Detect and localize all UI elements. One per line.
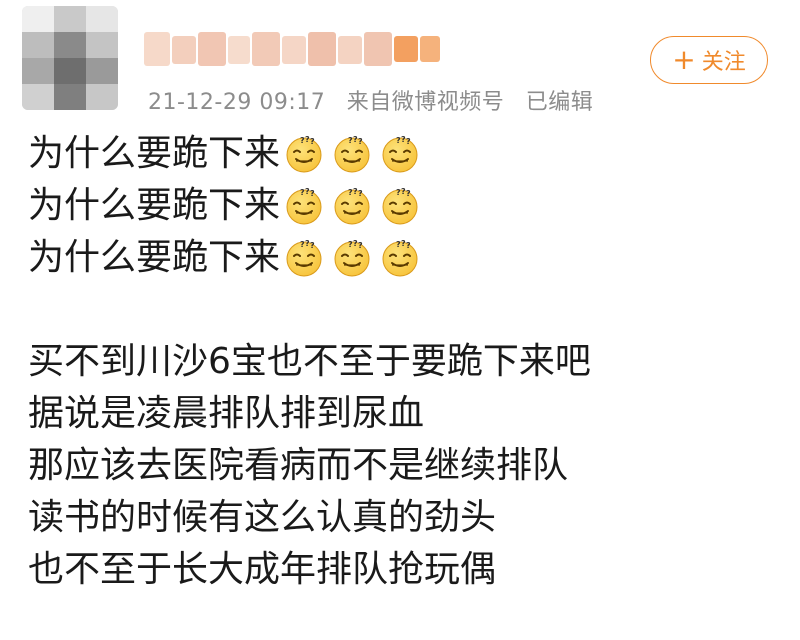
plus-icon: +	[672, 43, 696, 76]
dizzy-face-emoji-icon: ? ? ?	[382, 239, 418, 277]
repeat-line-text: 为什么要跪下来	[28, 185, 281, 226]
follow-button[interactable]: + 关注	[650, 36, 768, 84]
svg-text:?: ?	[406, 189, 411, 198]
svg-text:?: ?	[406, 241, 411, 250]
dizzy-face-emoji-icon: ? ? ?	[334, 135, 370, 173]
svg-text:?: ?	[358, 137, 363, 146]
svg-text:?: ?	[310, 137, 315, 146]
dizzy-face-emoji-icon: ? ? ?	[286, 135, 322, 173]
dizzy-face-emoji-icon: ? ? ?	[382, 135, 418, 173]
repeat-line: 为什么要跪下来 ? ? ? ? ? ? ? ? ?	[28, 232, 788, 284]
avatar[interactable]	[22, 6, 118, 110]
repeat-line-text: 为什么要跪下来	[28, 237, 281, 278]
body-line: 据说是凌晨排队排到尿血	[28, 393, 425, 434]
dizzy-face-emoji-icon: ? ? ?	[334, 239, 370, 277]
svg-text:?: ?	[358, 241, 363, 250]
dizzy-face-emoji-icon: ? ? ?	[334, 187, 370, 225]
post-timestamp: 21-12-29 09:17	[148, 90, 326, 115]
dizzy-face-emoji-icon: ? ? ?	[382, 187, 418, 225]
svg-text:?: ?	[406, 137, 411, 146]
body-line: 读书的时候有这么认真的劲头	[28, 497, 497, 538]
post-source[interactable]: 来自微博视频号	[347, 90, 505, 115]
repeat-line-text: 为什么要跪下来	[28, 133, 281, 174]
username-blurred[interactable]	[144, 30, 444, 70]
body-line: 那应该去医院看病而不是继续排队	[28, 445, 569, 486]
repeat-line: 为什么要跪下来 ? ? ? ? ? ? ? ? ?	[28, 180, 788, 232]
svg-text:?: ?	[310, 241, 315, 250]
repeat-line: 为什么要跪下来 ? ? ? ? ? ? ? ? ?	[28, 128, 788, 180]
dizzy-face-emoji-icon: ? ? ?	[286, 239, 322, 277]
svg-text:?: ?	[310, 189, 315, 198]
dizzy-face-emoji-icon: ? ? ?	[286, 187, 322, 225]
post-edited-label[interactable]: 已编辑	[526, 90, 594, 115]
post-meta: 21-12-29 09:17 来自微博视频号 已编辑	[148, 84, 607, 116]
svg-text:?: ?	[358, 189, 363, 198]
body-line: 也不至于长大成年排队抢玩偶	[28, 549, 497, 590]
follow-button-label: 关注	[701, 50, 746, 75]
body-line: 买不到川沙6宝也不至于要跪下来吧	[28, 341, 591, 382]
post-content: 为什么要跪下来 ? ? ? ? ? ? ? ? ? 为什么要跪下来 ? ? ? …	[28, 128, 788, 596]
